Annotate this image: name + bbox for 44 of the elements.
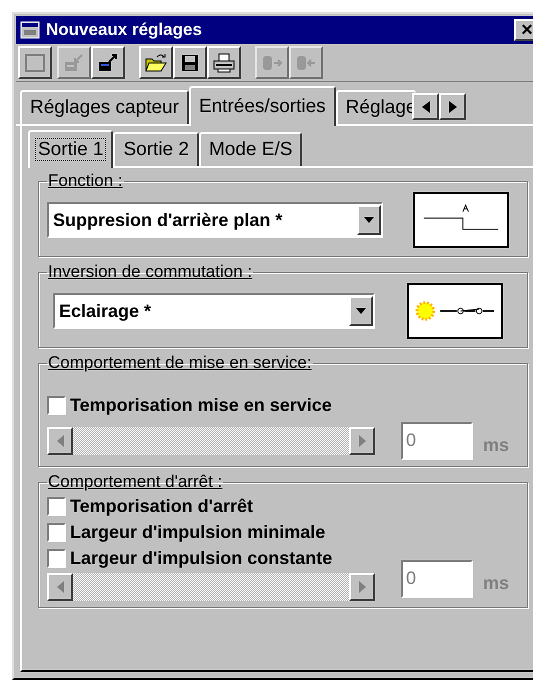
left-arrow-icon: [56, 581, 64, 593]
right-arrow-icon: [448, 100, 457, 112]
inversion-dropdown[interactable]: Eclairage *: [53, 293, 375, 329]
checkbox-option[interactable]: Temporisation mise en service: [47, 392, 519, 418]
group-label: Fonction :: [47, 172, 124, 190]
window-title: Nouveaux réglages: [46, 19, 202, 42]
group-label: Inversion de commutation :: [47, 263, 254, 281]
tab[interactable]: Sortie 2: [113, 132, 199, 166]
checkbox[interactable]: [47, 496, 66, 516]
left-arrow-icon: [56, 435, 64, 447]
caret-icon: [356, 308, 366, 314]
folder-icon: [145, 52, 167, 72]
blank-page-icon: [25, 52, 45, 72]
function-dropdown[interactable]: Suppresion d'arrière plan *: [47, 202, 383, 238]
tab[interactable]: Mode E/S: [198, 132, 302, 166]
tab-scroll-left-button[interactable]: [412, 93, 440, 120]
checkbox[interactable]: [47, 548, 66, 568]
printer-icon: [213, 52, 235, 72]
tab-scroll-right-button[interactable]: [439, 93, 466, 120]
toolbar-button[interactable]: [173, 46, 207, 79]
toolbar-button[interactable]: [207, 46, 241, 79]
caret-icon: [364, 217, 374, 223]
unit-label: ms: [482, 434, 510, 456]
dropdown-button[interactable]: [349, 296, 373, 326]
toolbar-button[interactable]: [139, 46, 173, 79]
right-arrow-icon: [358, 581, 366, 593]
checkbox[interactable]: [47, 522, 66, 542]
dropdown-button[interactable]: [357, 205, 381, 235]
arrow-out-box-icon: [98, 52, 118, 72]
checkbox[interactable]: [47, 396, 66, 414]
toolbar-button[interactable]: [91, 46, 125, 79]
close-button[interactable]: ×: [514, 19, 533, 41]
window-icon: [20, 21, 40, 39]
group-label: Comportement d'arrêt :: [47, 473, 224, 491]
checkbox-option[interactable]: Largeur d'impulsion minimale: [47, 519, 519, 545]
group-label: Comportement de mise en service:: [47, 354, 313, 372]
toolbar-button[interactable]: [18, 46, 52, 79]
tab[interactable]: Entrées/sorties: [188, 86, 336, 126]
arrow-into-box-icon: [64, 52, 84, 72]
left-arrow-icon: [422, 100, 430, 112]
unit-label: ms: [482, 572, 510, 594]
tab[interactable]: Sortie 1: [28, 130, 114, 168]
right-arrow-icon: [358, 435, 366, 447]
checkbox-option[interactable]: Temporisation d'arrêt: [47, 493, 519, 519]
